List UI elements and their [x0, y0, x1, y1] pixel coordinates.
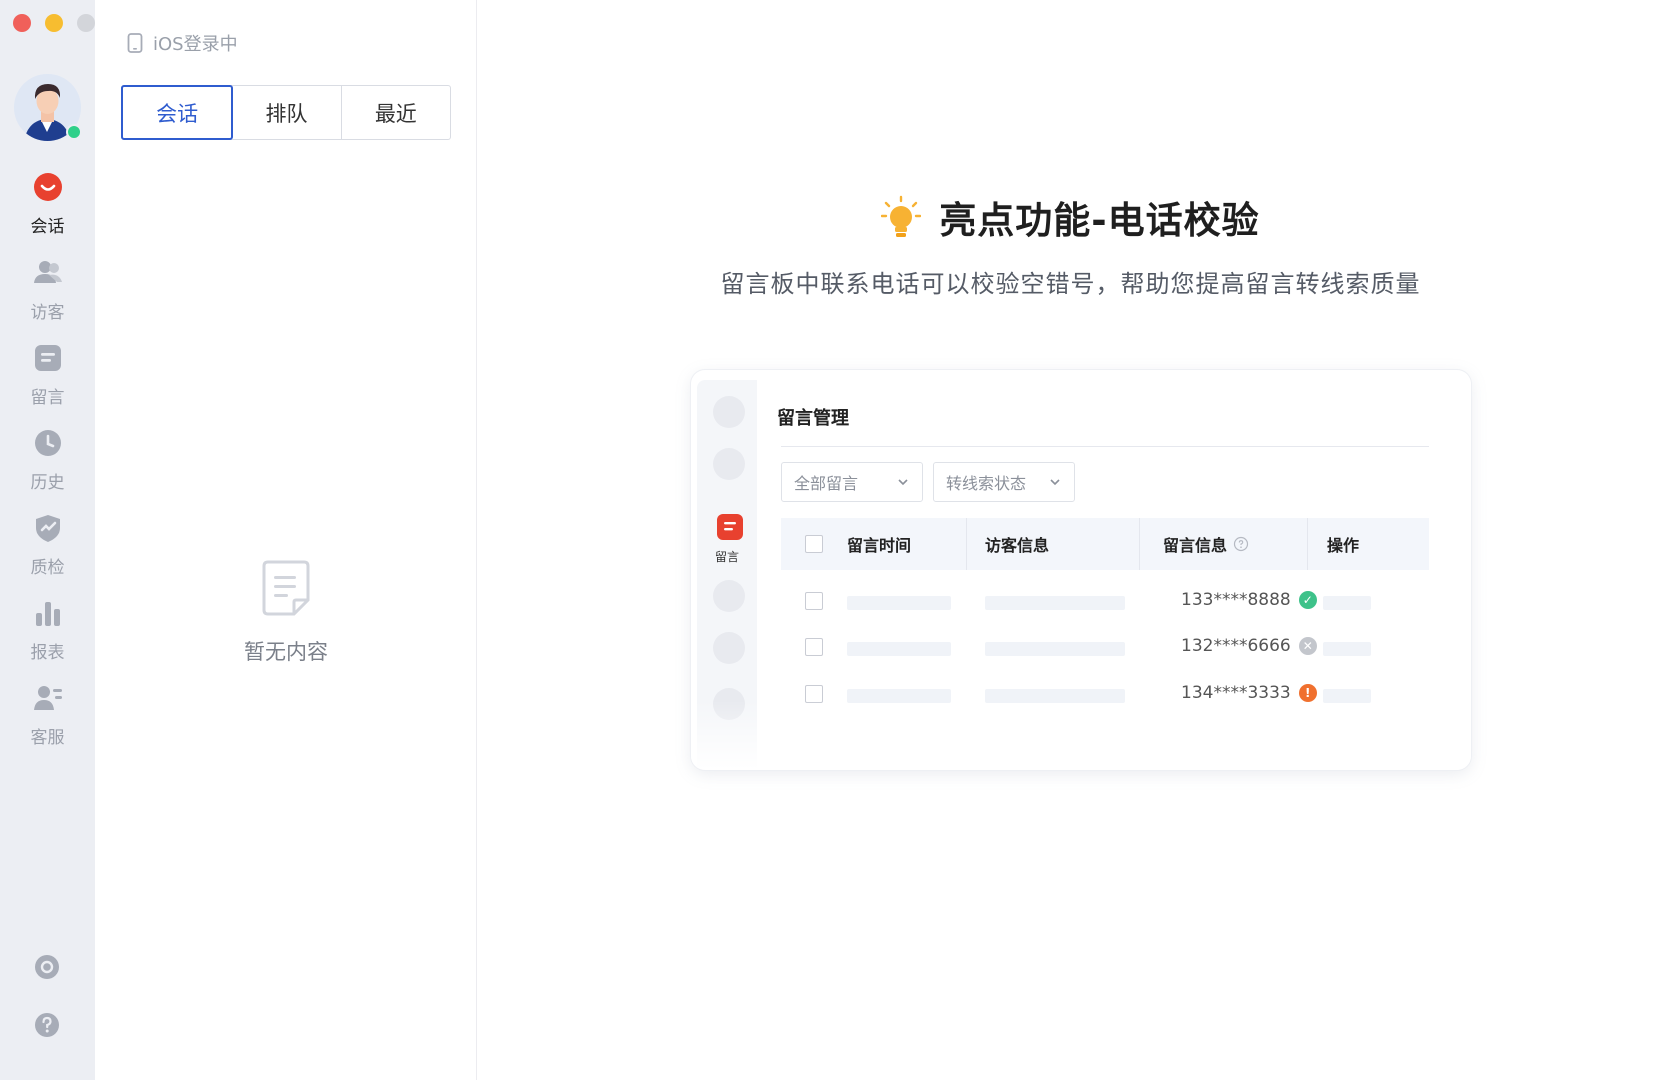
- chevron-down-icon: [898, 479, 908, 486]
- feature-title: 亮点功能-电话校验: [477, 190, 1664, 244]
- visitors-icon: [34, 261, 62, 283]
- phone-cell: 133****8888 ✓: [1181, 590, 1317, 610]
- feature-title-text: 亮点功能-电话校验: [939, 199, 1260, 242]
- main-panel: 亮点功能-电话校验 留言板中联系电话可以校验空错号，帮助您提高留言转线索质量 留…: [477, 0, 1664, 1080]
- tab-queue[interactable]: 排队: [232, 86, 342, 139]
- preview-filter-all: 全部留言: [781, 462, 923, 502]
- x-circle-icon: ✕: [1298, 637, 1317, 655]
- preview-rail-label: 留言: [714, 550, 739, 564]
- select-all-checkbox: [805, 535, 823, 553]
- left-rail: 会话 访客 留言 历史 质检 报表 客服: [0, 0, 95, 1080]
- lightbulb-icon: [881, 195, 922, 237]
- column-header: 操作: [1327, 536, 1360, 555]
- nav-history[interactable]: 历史: [0, 428, 95, 508]
- tab-chat[interactable]: 会话: [121, 85, 234, 140]
- table-row: 133****8888 ✓: [781, 576, 1429, 626]
- window-close-button[interactable]: [13, 14, 31, 32]
- empty-state: 暂无内容: [95, 560, 477, 666]
- phone-device-icon: [127, 33, 143, 53]
- row-checkbox: [805, 638, 823, 656]
- phone-number: 133****8888: [1181, 590, 1291, 610]
- feature-preview-card: 留言 留言管理 全部留言 转线索状态 留言时间 访客信息 留言信息 操作 133…: [691, 370, 1471, 770]
- preview-message-icon: [717, 514, 743, 540]
- nav-visitors-label: 访客: [30, 303, 65, 323]
- nav-chat[interactable]: 会话: [0, 172, 95, 252]
- nav-messages-label: 留言: [30, 388, 65, 408]
- preview-title: 留言管理: [777, 408, 849, 429]
- preview-filter-status: 转线索状态: [933, 462, 1075, 502]
- phone-cell: 132****6666 ✕: [1181, 636, 1317, 656]
- preview-table-header: 留言时间 访客信息 留言信息 操作: [781, 518, 1429, 570]
- chat-bubble-icon: [34, 173, 62, 201]
- check-circle-icon: ✓: [1298, 591, 1317, 609]
- conversation-tabs: 会话 排队 最近: [121, 85, 451, 140]
- chevron-down-icon: [1050, 479, 1060, 486]
- report-chart-icon: [36, 602, 60, 626]
- preview-fade: [691, 700, 1471, 770]
- window-minimize-button[interactable]: [45, 14, 63, 32]
- nav-visitors[interactable]: 访客: [0, 258, 95, 338]
- login-status: iOS登录中: [127, 30, 238, 56]
- preview-filter-all-label: 全部留言: [794, 474, 859, 493]
- preview-rail-dot: [713, 396, 745, 428]
- preview-filter-status-label: 转线索状态: [946, 474, 1027, 493]
- settings-icon[interactable]: [33, 953, 61, 981]
- conversation-column: iOS登录中 会话 排队 最近 暂无内容: [95, 0, 477, 1080]
- column-header: 留言时间: [847, 536, 912, 555]
- nav-reports-label: 报表: [30, 643, 65, 663]
- help-circle-icon: [1233, 536, 1249, 552]
- quality-shield-icon: [36, 515, 60, 542]
- nav-history-label: 历史: [30, 473, 65, 493]
- preview-rail-dot: [713, 448, 745, 480]
- nav-agents[interactable]: 客服: [0, 683, 95, 763]
- empty-document-icon: [262, 560, 310, 616]
- table-row: 132****6666 ✕: [781, 622, 1429, 672]
- preview-divider: [781, 446, 1429, 447]
- nav-reports[interactable]: 报表: [0, 598, 95, 678]
- nav-agents-label: 客服: [30, 728, 65, 748]
- preview-rail-dot: [713, 580, 745, 612]
- agent-icon: [34, 686, 62, 710]
- preview-rail-dot: [713, 632, 745, 664]
- preview-table: 留言时间 访客信息 留言信息 操作 133****8888 ✓ 132****6…: [781, 518, 1429, 703]
- help-icon[interactable]: [33, 1011, 61, 1039]
- message-board-icon: [35, 345, 61, 371]
- window-zoom-button[interactable]: [77, 14, 95, 32]
- nav-messages[interactable]: 留言: [0, 343, 95, 423]
- login-status-text: iOS登录中: [153, 34, 238, 55]
- empty-state-text: 暂无内容: [244, 640, 328, 664]
- column-header: 访客信息: [985, 536, 1050, 555]
- phone-number: 132****6666: [1181, 636, 1291, 656]
- row-checkbox: [805, 592, 823, 610]
- nav-quality[interactable]: 质检: [0, 513, 95, 593]
- column-header: 留言信息: [1163, 536, 1228, 555]
- history-clock-icon: [35, 430, 61, 456]
- nav-chat-label: 会话: [30, 217, 65, 237]
- nav-quality-label: 质检: [30, 558, 65, 578]
- tab-recent[interactable]: 最近: [342, 86, 450, 139]
- feature-subtitle: 留言板中联系电话可以校验空错号，帮助您提高留言转线索质量: [720, 270, 1421, 298]
- online-status-dot: [66, 124, 82, 140]
